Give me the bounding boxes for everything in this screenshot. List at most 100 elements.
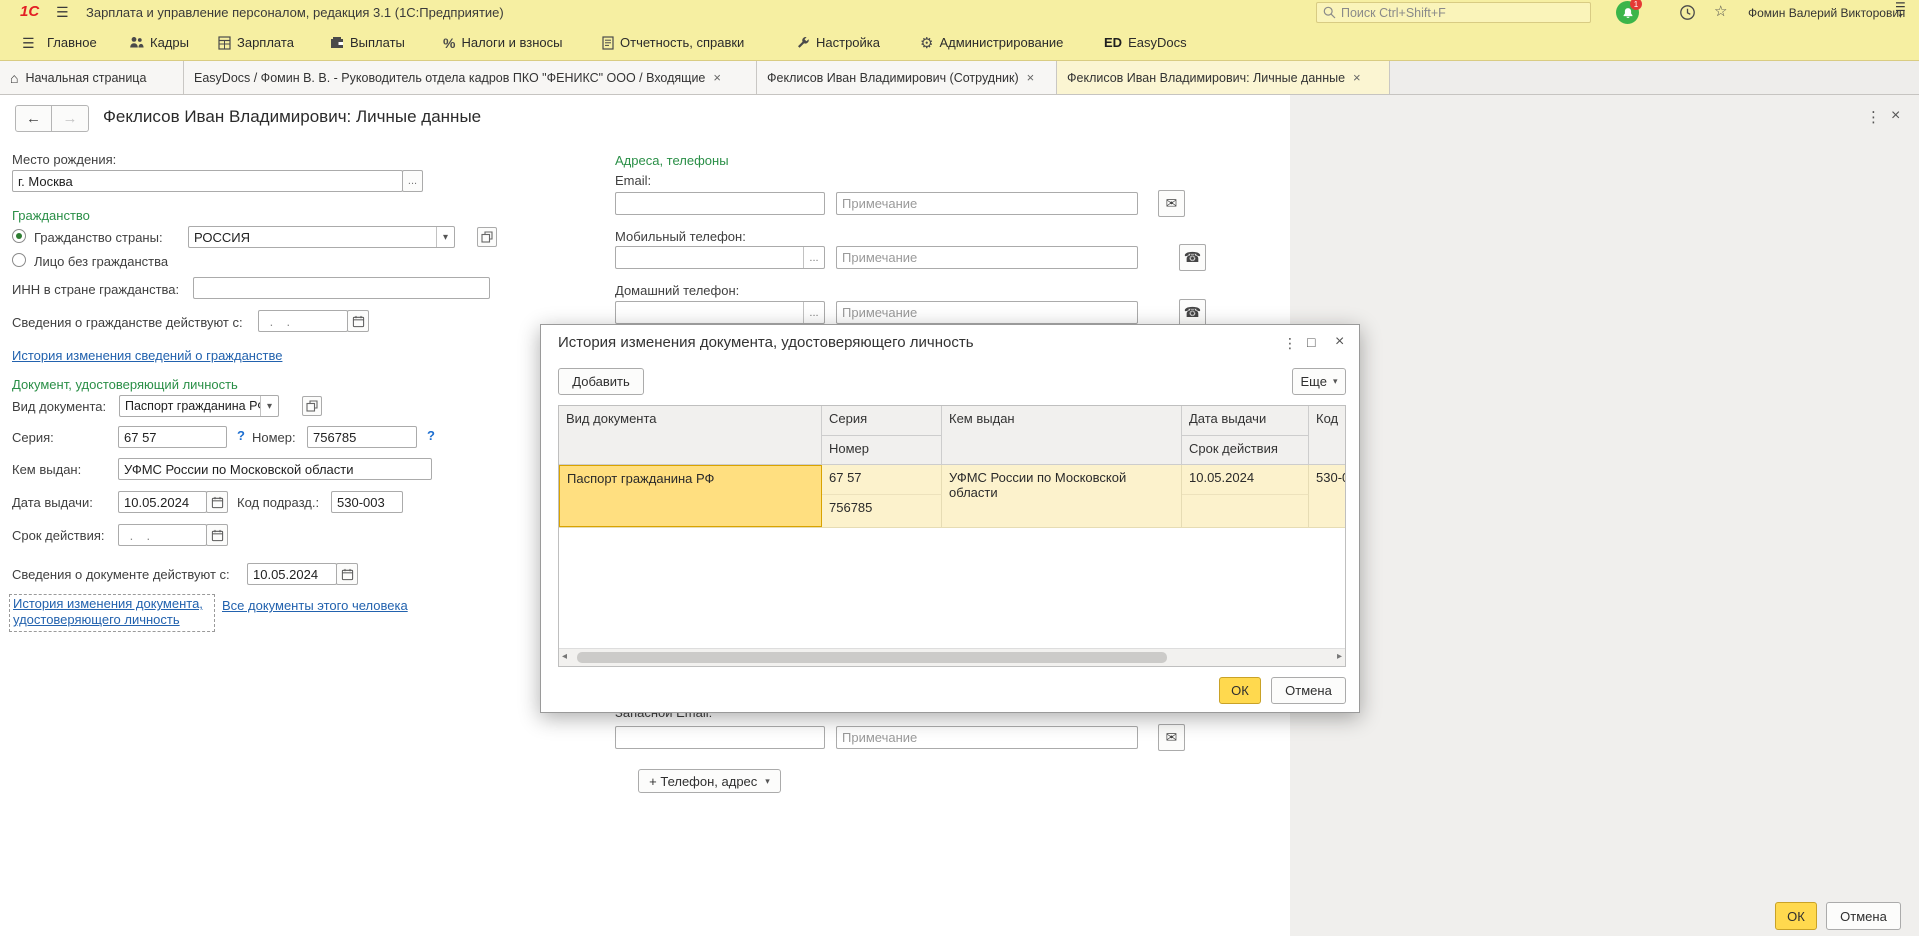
- doc-valid-from-input[interactable]: [247, 563, 337, 585]
- birthplace-picker-button[interactable]: ...: [402, 170, 423, 192]
- menu-item-glavnoe[interactable]: Главное: [47, 25, 97, 60]
- email-note-input[interactable]: [836, 192, 1138, 215]
- email-input[interactable]: [615, 192, 825, 215]
- citizenship-valid-from-calendar-button[interactable]: [347, 310, 369, 332]
- tab-close-icon[interactable]: ×: [1353, 70, 1361, 85]
- mobile-note-input[interactable]: [836, 246, 1138, 269]
- menu-item-nastroyka[interactable]: Настройка: [796, 25, 880, 60]
- inn-input[interactable]: [193, 277, 490, 299]
- main-menu-icon[interactable]: ☰: [56, 4, 69, 21]
- tab-home[interactable]: ⌂ Начальная страница: [0, 61, 184, 94]
- citizenship-country-open-button[interactable]: [477, 227, 497, 247]
- doc-history-link[interactable]: История изменения документа, удостоверяю…: [9, 594, 215, 632]
- citizenship-history-link[interactable]: История изменения сведений о гражданстве: [12, 348, 282, 363]
- number-help-icon[interactable]: ?: [427, 428, 435, 443]
- doc-kind-combo[interactable]: Паспорт гражданина РФ ▾: [119, 395, 279, 417]
- dialog-add-button[interactable]: Добавить: [558, 368, 644, 395]
- inn-label: ИНН в стране гражданства:: [12, 282, 179, 297]
- global-search[interactable]: Поиск Ctrl+Shift+F: [1316, 2, 1591, 23]
- favorites-star-icon[interactable]: ☆: [1714, 2, 1727, 20]
- doc-valid-from-calendar-button[interactable]: [336, 563, 358, 585]
- dialog-ok-button[interactable]: ОК: [1219, 677, 1261, 704]
- row-bottom-border: [559, 527, 1345, 528]
- notification-badge: 1: [1630, 0, 1642, 10]
- scroll-right-icon[interactable]: ▸: [1337, 651, 1342, 662]
- table-cell-issue-date[interactable]: 10.05.2024: [1182, 465, 1309, 495]
- stateless-radio[interactable]: [12, 253, 26, 267]
- add-contact-button[interactable]: + Телефон, адрес ▾: [638, 769, 781, 793]
- sections-menu-icon[interactable]: ☰: [22, 35, 35, 52]
- menu-label: Главное: [47, 35, 97, 50]
- all-docs-link[interactable]: Все документы этого человека: [222, 598, 408, 613]
- series-help-icon[interactable]: ?: [237, 428, 245, 443]
- menu-item-administrirovanie[interactable]: ⚙ Администрирование: [920, 25, 1063, 60]
- chevron-down-icon[interactable]: ▾: [260, 396, 278, 416]
- menu-item-kadry[interactable]: Кадры: [129, 25, 189, 60]
- tab-label: Феклисов Иван Владимирович (Сотрудник): [767, 71, 1019, 85]
- menu-item-easydocs[interactable]: ED EasyDocs: [1104, 25, 1187, 60]
- dialog-maximize-icon[interactable]: □: [1307, 334, 1315, 350]
- chevron-down-icon[interactable]: ▾: [436, 227, 454, 247]
- issued-by-input[interactable]: [118, 458, 432, 480]
- ellipsis-icon[interactable]: ...: [803, 247, 824, 268]
- doc-kind-value: Паспорт гражданина РФ: [120, 396, 260, 416]
- series-input[interactable]: [118, 426, 227, 448]
- form-cancel-button[interactable]: Отмена: [1826, 902, 1901, 930]
- backup-email-note-input[interactable]: [836, 726, 1138, 749]
- tab-personal-data[interactable]: Феклисов Иван Владимирович: Личные данны…: [1057, 61, 1390, 94]
- ok-label: ОК: [1231, 683, 1249, 698]
- dialog-more-icon[interactable]: ⋮: [1283, 335, 1297, 352]
- menu-item-otchetnost[interactable]: Отчетность, справки: [602, 25, 744, 60]
- backup-email-send-button[interactable]: ✉: [1158, 724, 1185, 751]
- table-cell-expiry[interactable]: [1182, 495, 1309, 527]
- form-close-icon[interactable]: ×: [1891, 107, 1900, 125]
- mobile-input[interactable]: ...: [615, 246, 825, 269]
- citizenship-country-combo[interactable]: РОССИЯ ▾: [188, 226, 455, 248]
- form-ok-button[interactable]: ОК: [1775, 902, 1817, 930]
- table-cell-issued-by[interactable]: УФМС России по Московской области: [942, 465, 1182, 527]
- tab-close-icon[interactable]: ×: [1027, 70, 1035, 85]
- table-cell-code[interactable]: 530-003: [1309, 465, 1345, 527]
- notifications-button[interactable]: 1: [1616, 1, 1639, 24]
- form-more-icon[interactable]: ⋮: [1866, 108, 1881, 126]
- history-icon[interactable]: [1679, 4, 1696, 21]
- dept-code-input[interactable]: [331, 491, 403, 513]
- email-send-button[interactable]: ✉: [1158, 190, 1185, 217]
- menu-item-nalogi[interactable]: % Налоги и взносы: [443, 25, 563, 60]
- back-arrow-icon: ←: [26, 110, 41, 127]
- mobile-call-button[interactable]: ☎: [1179, 244, 1206, 271]
- backup-email-input[interactable]: [615, 726, 825, 749]
- number-input[interactable]: [307, 426, 417, 448]
- wrench-icon: [796, 36, 810, 50]
- tab-close-icon[interactable]: ×: [713, 70, 721, 85]
- doc-kind-open-button[interactable]: [302, 396, 322, 416]
- table-cell-number[interactable]: 756785: [822, 495, 942, 527]
- birthplace-input[interactable]: [12, 170, 403, 192]
- menu-item-vyplaty[interactable]: Выплаты: [330, 25, 405, 60]
- expiry-input[interactable]: [118, 524, 207, 546]
- scroll-left-icon[interactable]: ◂: [562, 651, 567, 662]
- dialog-cancel-button[interactable]: Отмена: [1271, 677, 1346, 704]
- home-phone-call-button[interactable]: ☎: [1179, 299, 1206, 326]
- tab-employee[interactable]: Феклисов Иван Владимирович (Сотрудник) ×: [757, 61, 1057, 94]
- tab-easydocs-inbox[interactable]: EasyDocs / Фомин В. В. - Руководитель от…: [184, 61, 757, 94]
- dialog-more-button[interactable]: Еще ▾: [1292, 368, 1346, 395]
- citizenship-valid-from-input[interactable]: [258, 310, 348, 332]
- table-hscrollbar[interactable]: ◂ ▸: [559, 648, 1345, 666]
- current-user[interactable]: Фомин Валерий Викторович: [1748, 6, 1905, 20]
- home-phone-note-input[interactable]: [836, 301, 1138, 324]
- user-menu-icon[interactable]: ☰ ▾: [1895, 2, 1906, 22]
- scrollbar-thumb[interactable]: [577, 652, 1167, 663]
- ellipsis-icon[interactable]: ...: [803, 302, 824, 323]
- dialog-close-icon[interactable]: ×: [1335, 333, 1344, 351]
- menu-item-zarplata[interactable]: Зарплата: [218, 25, 294, 60]
- home-phone-input[interactable]: ...: [615, 301, 825, 324]
- table-cell-series[interactable]: 67 57: [822, 465, 942, 495]
- menu-label: Отчетность, справки: [620, 35, 744, 50]
- citizenship-country-radio[interactable]: [12, 229, 26, 243]
- issue-date-calendar-button[interactable]: [206, 491, 228, 513]
- expiry-calendar-button[interactable]: [206, 524, 228, 546]
- table-cell-doc-kind[interactable]: Паспорт гражданина РФ: [559, 465, 822, 527]
- back-button[interactable]: ←: [15, 105, 52, 132]
- issue-date-input[interactable]: [118, 491, 207, 513]
